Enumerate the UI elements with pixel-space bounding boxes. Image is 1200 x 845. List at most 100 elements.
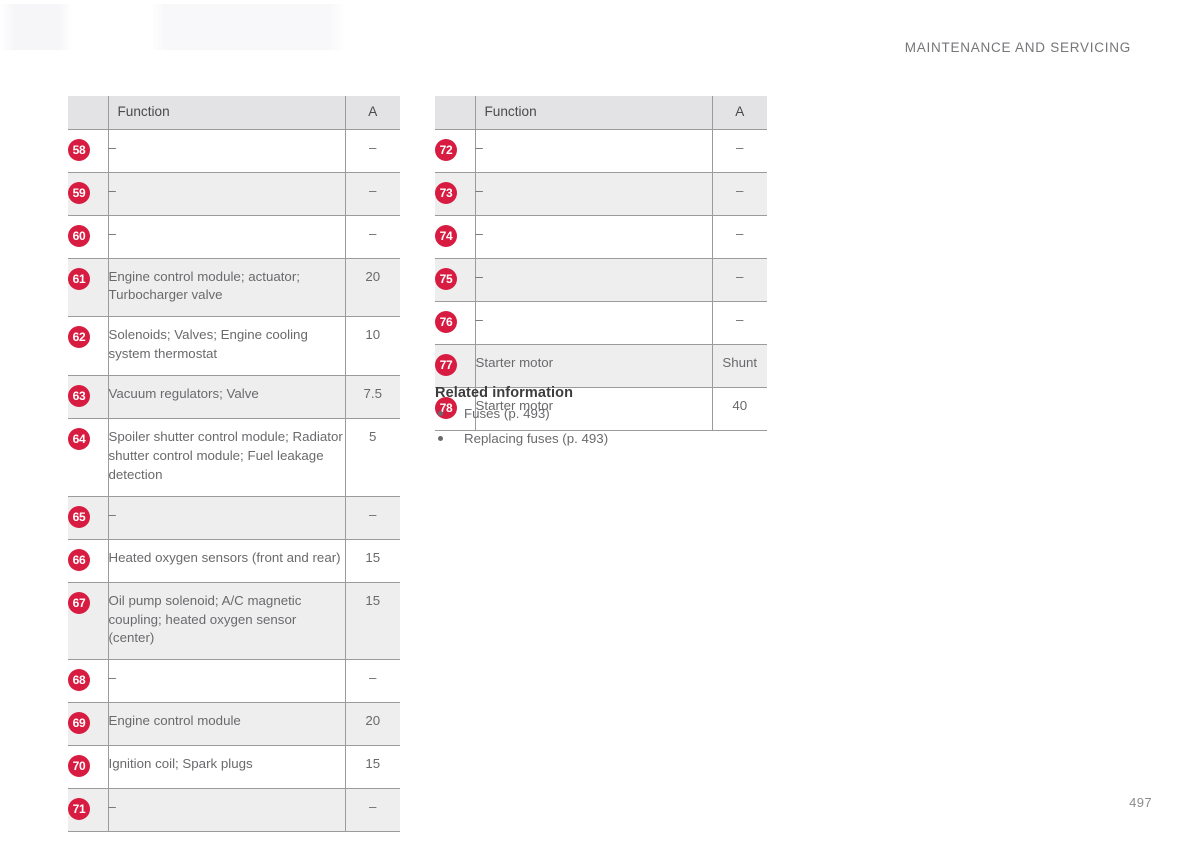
fuse-function-cell: – <box>474 128 712 172</box>
table-row: 73– – <box>435 171 767 215</box>
fuse-function-cell: – <box>474 214 712 258</box>
table-row: 64 Spoiler shutter control module; Radiat… <box>68 418 400 497</box>
bullet-icon <box>438 436 443 442</box>
fuse-function-cell: – <box>474 257 712 301</box>
fuse-amps-cell: – <box>344 495 400 540</box>
table-header-row: Function A <box>435 96 767 129</box>
fuse-number-cell: 59 <box>68 171 108 215</box>
fuse-amps-cell: – <box>711 128 767 172</box>
related-information-link[interactable]: Replacing fuses (p. 493) <box>435 429 795 448</box>
fuse-number-badge: 66 <box>68 548 90 571</box>
fuse-function-cell: Vacuum regulators; Valve <box>107 375 345 419</box>
fuse-table: Function A 72– –73– –74– –75– –76– –77 Starter… <box>435 96 767 431</box>
fuse-amps-cell: – <box>711 171 767 215</box>
fuse-number-cell: 68 <box>68 659 108 703</box>
related-information-link-label: Fuses (p. 493) <box>464 406 550 421</box>
column-header-number <box>435 96 475 129</box>
fuse-number-cell: 60 <box>68 214 108 258</box>
fuse-number-cell: 58 <box>68 128 108 172</box>
running-header: MAINTENANCE AND SERVICING <box>904 40 1131 55</box>
table-row: 75– – <box>435 257 767 301</box>
fuse-number-badge: 58 <box>68 138 90 161</box>
fuse-number-badge: 65 <box>68 505 90 528</box>
column-header-function: Function <box>107 96 345 129</box>
fuse-number-cell: 73 <box>435 171 475 215</box>
fuse-number-badge: 75 <box>435 267 457 290</box>
fuse-number-badge: 68 <box>68 669 90 692</box>
column-header-number <box>68 96 108 129</box>
table-row: 68– – <box>68 659 400 703</box>
table-row: 66 Heated oxygen sensors (front and rear)… <box>68 538 400 583</box>
related-information-link[interactable]: Fuses (p. 493) <box>435 404 795 423</box>
related-information-link-label: Replacing fuses (p. 493) <box>464 431 609 447</box>
fuse-number-cell: 62 <box>68 316 108 376</box>
table-body: 58– –59– –60– –61 Engine control module; act… <box>68 128 400 833</box>
fuse-number-cell: 74 <box>435 214 475 258</box>
fuse-function-cell: Engine control module <box>107 702 345 746</box>
bullet-icon <box>438 411 443 416</box>
fuse-number-badge: 69 <box>68 712 90 735</box>
fuse-number-cell: 72 <box>435 128 475 172</box>
fuse-amps-cell: 15 <box>344 745 400 789</box>
fuse-amps-cell: 20 <box>344 257 400 317</box>
fuse-function-cell: Engine control module; actuator; Turboch… <box>107 257 345 317</box>
related-information-section: Related information Fuses (p. 493) Replac… <box>435 385 795 455</box>
fuse-function-cell: Solenoids; Valves; Engine cooling system… <box>107 316 345 376</box>
table-row: 69 Engine control module 20 <box>68 702 400 746</box>
fuse-number-badge: 73 <box>435 181 457 204</box>
fuse-number-cell: 65 <box>68 495 108 540</box>
fuse-amps-cell: – <box>344 788 400 833</box>
table-row: 58– – <box>68 128 400 172</box>
table-row: 70 Ignition coil; Spark plugs 15 <box>68 745 400 789</box>
fuse-amps-cell: 5 <box>344 418 400 497</box>
fuse-amps-cell: 15 <box>344 581 400 660</box>
fuse-amps-cell: Shunt <box>711 343 767 387</box>
fuse-function-cell: – <box>107 788 345 833</box>
fuse-number-cell: 61 <box>68 257 108 317</box>
table-row: 65– – <box>68 495 400 540</box>
table-row: 77 Starter motor Shunt <box>435 343 767 387</box>
fuse-amps-cell: – <box>344 171 400 215</box>
column-header-amps: A <box>711 96 767 129</box>
column-header-amps: A <box>344 96 400 129</box>
fuse-amps-cell: 15 <box>344 538 400 583</box>
fuse-number-badge: 67 <box>68 591 90 614</box>
related-information-title: Related information <box>435 385 574 401</box>
fuse-table: Function A 58– –59– –60– –61 Engine control … <box>68 96 400 833</box>
fuse-function-cell: – <box>107 659 345 703</box>
table-row: 59– – <box>68 171 400 215</box>
fuse-function-cell: Oil pump solenoid; A/C magnetic coupling… <box>107 581 345 660</box>
fuse-amps-cell: – <box>344 128 400 172</box>
table-row: 60– – <box>68 214 400 258</box>
fuse-number-cell: 67 <box>68 581 108 660</box>
related-information-list: Fuses (p. 493) Replacing fuses (p. 493) <box>435 404 795 449</box>
fuse-number-cell: 71 <box>68 788 108 833</box>
fuse-number-badge: 62 <box>68 326 90 349</box>
fuse-number-cell: 63 <box>68 375 108 419</box>
fuse-number-badge: 61 <box>68 267 90 290</box>
table-row: 62 Solenoids; Valves; Engine cooling syst… <box>68 316 400 376</box>
fuse-number-badge: 63 <box>68 385 90 407</box>
fuse-number-badge: 72 <box>435 138 457 161</box>
fuse-function-cell: – <box>474 171 712 215</box>
fuse-number-cell: 69 <box>68 702 108 746</box>
fuse-function-cell: – <box>107 128 345 172</box>
table-row: 72– – <box>435 128 767 172</box>
fuse-amps-cell: 20 <box>344 702 400 746</box>
fuse-function-cell: – <box>107 214 345 258</box>
fuse-amps-cell: – <box>344 659 400 703</box>
fuse-number-badge: 70 <box>68 755 90 778</box>
table-row: 63 Vacuum regulators; Valve 7.5 <box>68 375 400 419</box>
fuse-amps-cell: – <box>344 214 400 258</box>
table-row: 71– – <box>68 788 400 833</box>
fuse-table-left: Function A 58– –59– –60– –61 Engine control … <box>68 96 400 833</box>
fuse-number-cell: 70 <box>68 745 108 789</box>
fuse-number-badge: 64 <box>68 428 90 450</box>
fuse-amps-cell: 10 <box>344 316 400 376</box>
fuse-number-badge: 60 <box>68 224 90 247</box>
fuse-number-cell: 75 <box>435 257 475 301</box>
fuse-amps-cell: – <box>711 257 767 301</box>
fuse-function-cell: – <box>107 495 345 540</box>
fuse-function-cell: – <box>474 300 712 344</box>
fuse-number-badge: 77 <box>435 353 457 376</box>
